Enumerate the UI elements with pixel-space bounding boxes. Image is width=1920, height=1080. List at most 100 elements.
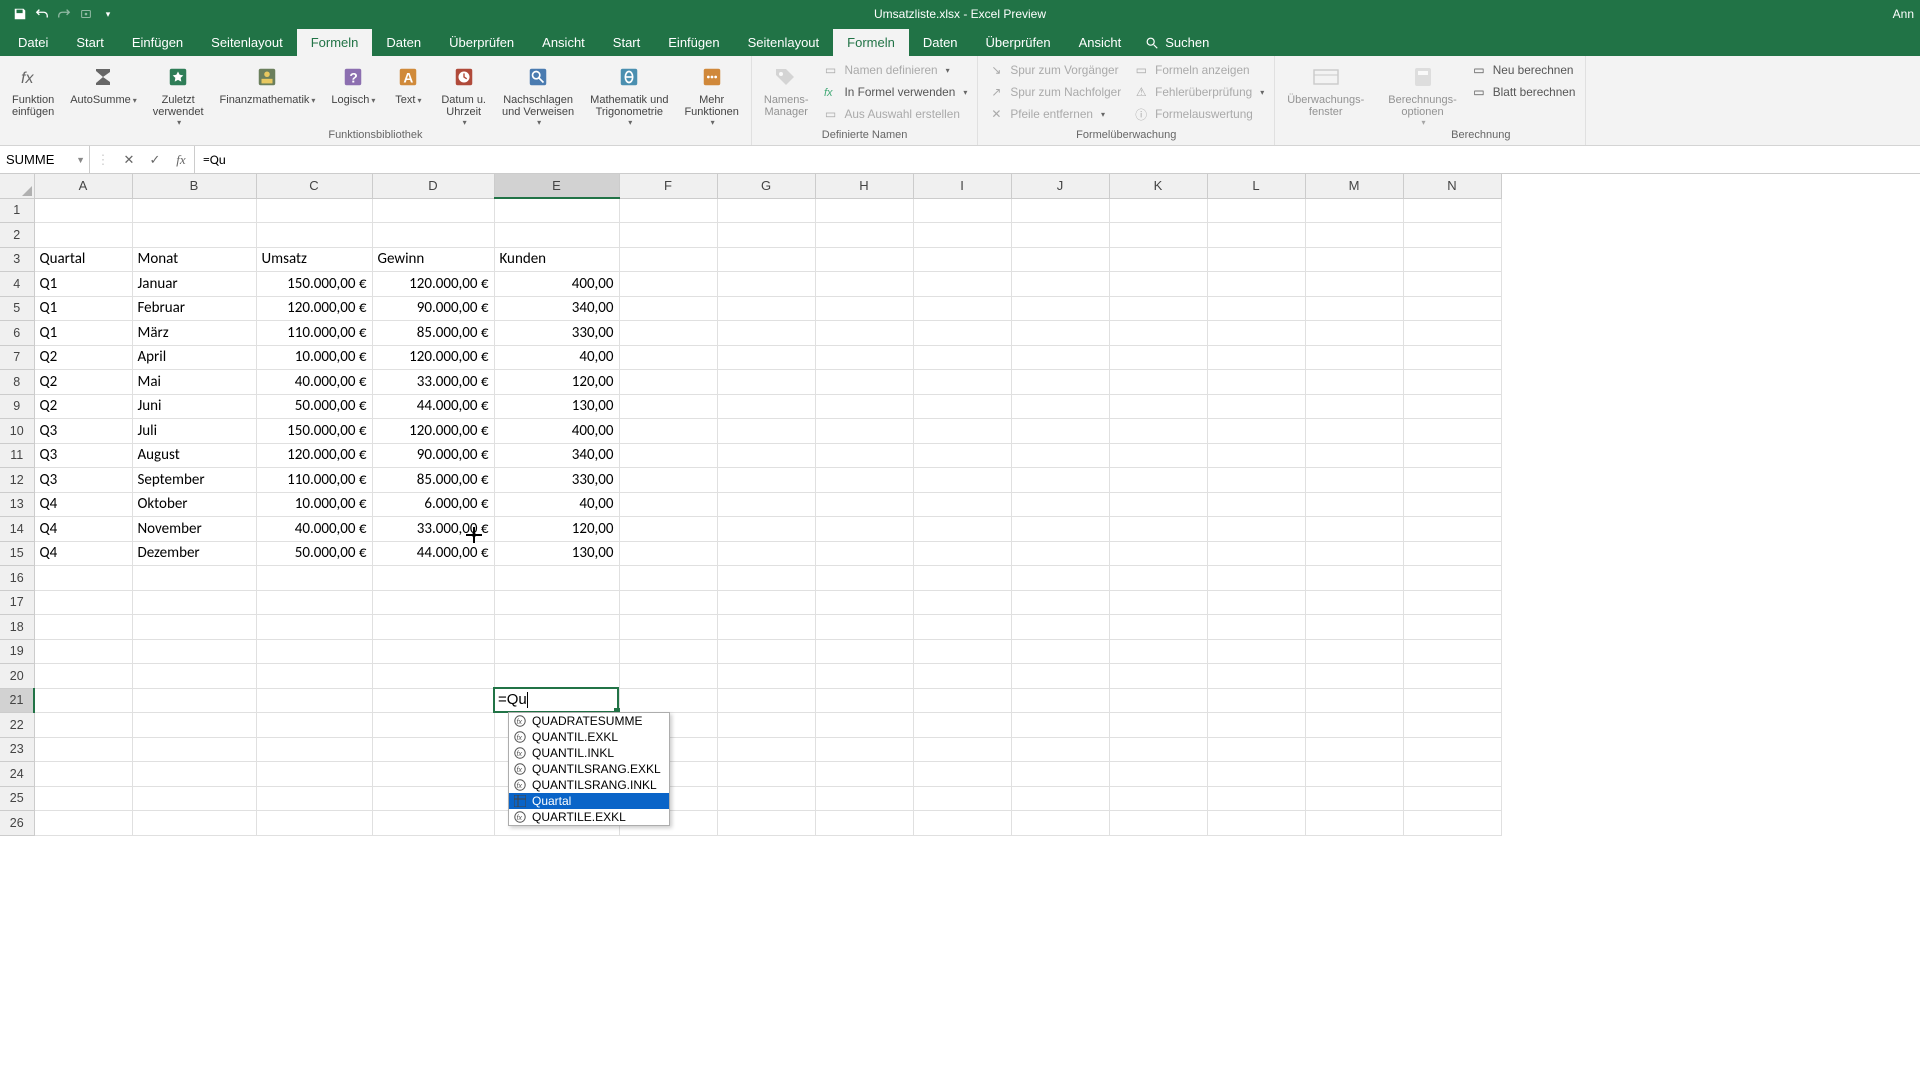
cell-K6[interactable] — [1109, 321, 1207, 346]
cell-C5[interactable]: 120.000,00 € — [256, 296, 372, 321]
cell-G8[interactable] — [717, 370, 815, 395]
cell-C15[interactable]: 50.000,00 € — [256, 541, 372, 566]
cell-I2[interactable] — [913, 223, 1011, 248]
cell-F21[interactable] — [619, 688, 717, 713]
cell-H6[interactable] — [815, 321, 913, 346]
cell-D19[interactable] — [372, 639, 494, 664]
cell-A21[interactable] — [34, 688, 132, 713]
cell-F13[interactable] — [619, 492, 717, 517]
cell-D21[interactable] — [372, 688, 494, 713]
cell-F11[interactable] — [619, 443, 717, 468]
cell-F1[interactable] — [619, 198, 717, 223]
cell-F3[interactable] — [619, 247, 717, 272]
customize-qat-icon[interactable]: ▾ — [100, 6, 116, 22]
cell-A12[interactable]: Q3 — [34, 468, 132, 493]
cell-L21[interactable] — [1207, 688, 1305, 713]
cell-M1[interactable] — [1305, 198, 1403, 223]
cell-K9[interactable] — [1109, 394, 1207, 419]
cell-M24[interactable] — [1305, 762, 1403, 787]
cell-H22[interactable] — [815, 713, 913, 738]
cell-D4[interactable]: 120.000,00 € — [372, 272, 494, 297]
cell-H5[interactable] — [815, 296, 913, 321]
cell-L14[interactable] — [1207, 517, 1305, 542]
cell-B20[interactable] — [132, 664, 256, 689]
cell-M19[interactable] — [1305, 639, 1403, 664]
cell-M14[interactable] — [1305, 517, 1403, 542]
tab-einfügen[interactable]: Einfügen — [654, 29, 733, 56]
cell-E16[interactable] — [494, 566, 619, 591]
cell-C17[interactable] — [256, 590, 372, 615]
cell-N21[interactable] — [1403, 688, 1501, 713]
col-header-M[interactable]: M — [1305, 174, 1403, 198]
lookup-button[interactable]: Nachschlagen und Verweisen▾ — [496, 58, 580, 127]
cell-F16[interactable] — [619, 566, 717, 591]
cell-N1[interactable] — [1403, 198, 1501, 223]
cell-D25[interactable] — [372, 786, 494, 811]
calculate-sheet-button[interactable]: ▭Blatt berechnen — [1467, 82, 1580, 102]
cell-D16[interactable] — [372, 566, 494, 591]
cell-B21[interactable] — [132, 688, 256, 713]
tab-start[interactable]: Start — [62, 29, 117, 56]
cell-N26[interactable] — [1403, 811, 1501, 836]
cell-H21[interactable] — [815, 688, 913, 713]
cell-E15[interactable]: 130,00 — [494, 541, 619, 566]
col-header-N[interactable]: N — [1403, 174, 1501, 198]
cell-K19[interactable] — [1109, 639, 1207, 664]
cell-C1[interactable] — [256, 198, 372, 223]
cell-D9[interactable]: 44.000,00 € — [372, 394, 494, 419]
cell-B23[interactable] — [132, 737, 256, 762]
cell-A16[interactable] — [34, 566, 132, 591]
cell-E18[interactable] — [494, 615, 619, 640]
col-header-H[interactable]: H — [815, 174, 913, 198]
enter-icon[interactable]: ✓ — [142, 146, 168, 173]
tab-formeln[interactable]: Formeln — [833, 29, 909, 56]
cell-I9[interactable] — [913, 394, 1011, 419]
cell-M26[interactable] — [1305, 811, 1403, 836]
cell-B2[interactable] — [132, 223, 256, 248]
cell-D26[interactable] — [372, 811, 494, 836]
financial-button[interactable]: Finanzmathematik▾ — [214, 58, 322, 107]
cell-H1[interactable] — [815, 198, 913, 223]
cell-L10[interactable] — [1207, 419, 1305, 444]
cell-I13[interactable] — [913, 492, 1011, 517]
cell-G25[interactable] — [717, 786, 815, 811]
cell-D18[interactable] — [372, 615, 494, 640]
tab-ansicht[interactable]: Ansicht — [1065, 29, 1136, 56]
cell-J7[interactable] — [1011, 345, 1109, 370]
row-header-23[interactable]: 23 — [0, 737, 34, 762]
cell-G7[interactable] — [717, 345, 815, 370]
logical-button[interactable]: ? Logisch▾ — [325, 58, 381, 107]
col-header-A[interactable]: A — [34, 174, 132, 198]
cell-I25[interactable] — [913, 786, 1011, 811]
cell-E4[interactable]: 400,00 — [494, 272, 619, 297]
cell-I6[interactable] — [913, 321, 1011, 346]
row-header-22[interactable]: 22 — [0, 713, 34, 738]
cell-J10[interactable] — [1011, 419, 1109, 444]
row-header-10[interactable]: 10 — [0, 419, 34, 444]
save-icon[interactable] — [12, 6, 28, 22]
cell-K24[interactable] — [1109, 762, 1207, 787]
cell-H20[interactable] — [815, 664, 913, 689]
calculation-options-button[interactable]: Berechnungs- optionen▾ — [1382, 58, 1463, 127]
watch-window-button[interactable]: Überwachungs- fenster — [1281, 58, 1370, 118]
cell-H9[interactable] — [815, 394, 913, 419]
cell-E20[interactable] — [494, 664, 619, 689]
define-name-button[interactable]: ▭Namen definieren▾ — [819, 60, 972, 80]
cell-M12[interactable] — [1305, 468, 1403, 493]
cell-K2[interactable] — [1109, 223, 1207, 248]
cell-B10[interactable]: Juli — [132, 419, 256, 444]
cell-H25[interactable] — [815, 786, 913, 811]
cell-J19[interactable] — [1011, 639, 1109, 664]
cell-N22[interactable] — [1403, 713, 1501, 738]
spreadsheet-grid[interactable]: ABCDEFGHIJKLMN123QuartalMonatUmsatzGewin… — [0, 174, 1502, 836]
cell-K12[interactable] — [1109, 468, 1207, 493]
cell-F19[interactable] — [619, 639, 717, 664]
cell-J20[interactable] — [1011, 664, 1109, 689]
cell-D15[interactable]: 44.000,00 € — [372, 541, 494, 566]
touch-icon[interactable] — [78, 6, 94, 22]
cell-C19[interactable] — [256, 639, 372, 664]
cell-I17[interactable] — [913, 590, 1011, 615]
cell-F5[interactable] — [619, 296, 717, 321]
cell-D11[interactable]: 90.000,00 € — [372, 443, 494, 468]
cell-L25[interactable] — [1207, 786, 1305, 811]
